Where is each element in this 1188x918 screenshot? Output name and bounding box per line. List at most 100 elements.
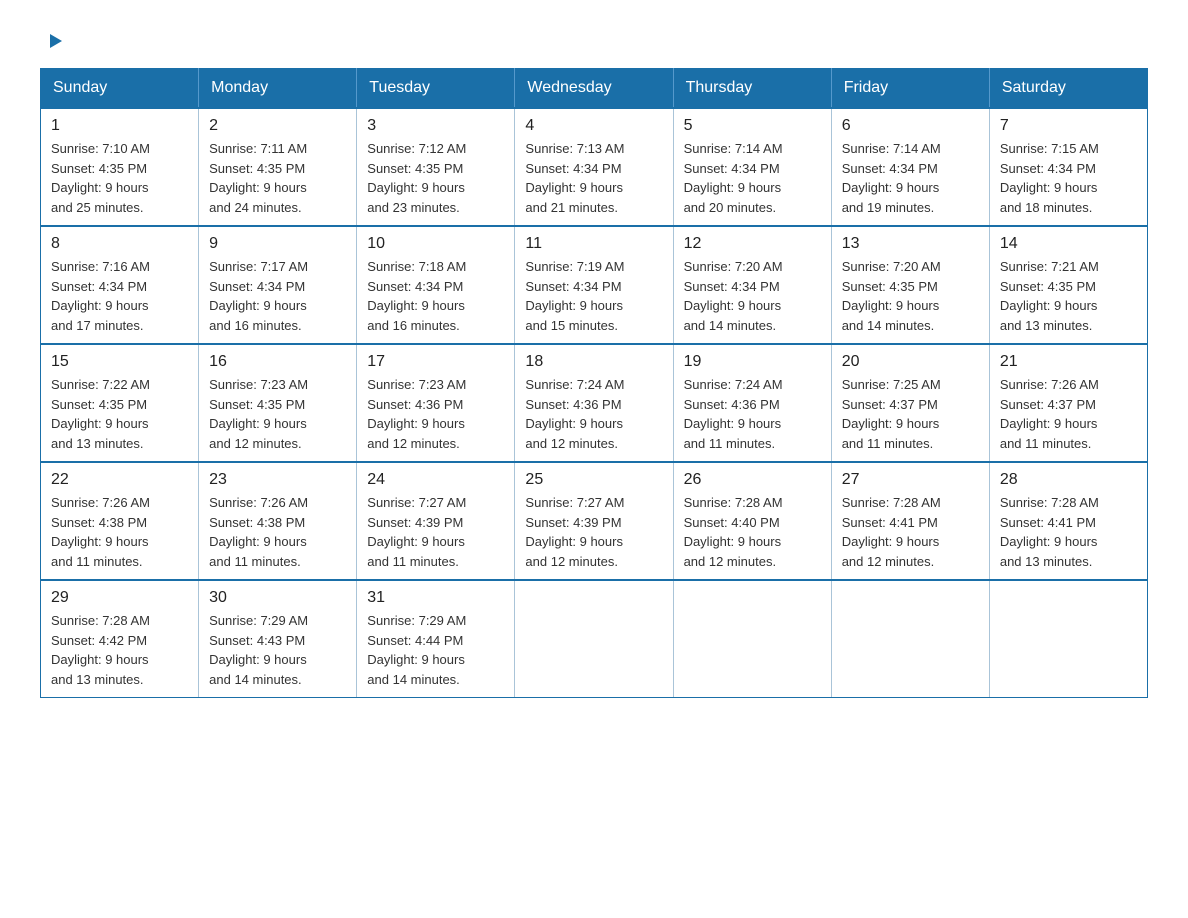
day-info: Sunrise: 7:23 AM Sunset: 4:35 PM Dayligh… (209, 375, 346, 453)
calendar-header-row: SundayMondayTuesdayWednesdayThursdayFrid… (41, 69, 1148, 109)
day-number: 22 (51, 471, 188, 489)
calendar-cell (673, 580, 831, 698)
day-info: Sunrise: 7:25 AM Sunset: 4:37 PM Dayligh… (842, 375, 979, 453)
day-number: 8 (51, 235, 188, 253)
calendar-cell: 7 Sunrise: 7:15 AM Sunset: 4:34 PM Dayli… (989, 108, 1147, 226)
calendar-cell: 11 Sunrise: 7:19 AM Sunset: 4:34 PM Dayl… (515, 226, 673, 344)
day-number: 3 (367, 117, 504, 135)
logo-arrow-icon (42, 30, 64, 52)
calendar-cell: 16 Sunrise: 7:23 AM Sunset: 4:35 PM Dayl… (199, 344, 357, 462)
day-number: 6 (842, 117, 979, 135)
day-info: Sunrise: 7:11 AM Sunset: 4:35 PM Dayligh… (209, 139, 346, 217)
calendar-week-row: 29 Sunrise: 7:28 AM Sunset: 4:42 PM Dayl… (41, 580, 1148, 698)
calendar-cell: 30 Sunrise: 7:29 AM Sunset: 4:43 PM Dayl… (199, 580, 357, 698)
day-info: Sunrise: 7:15 AM Sunset: 4:34 PM Dayligh… (1000, 139, 1137, 217)
day-info: Sunrise: 7:28 AM Sunset: 4:40 PM Dayligh… (684, 493, 821, 571)
day-info: Sunrise: 7:19 AM Sunset: 4:34 PM Dayligh… (525, 257, 662, 335)
day-number: 26 (684, 471, 821, 489)
day-info: Sunrise: 7:14 AM Sunset: 4:34 PM Dayligh… (684, 139, 821, 217)
column-header-saturday: Saturday (989, 69, 1147, 109)
day-info: Sunrise: 7:27 AM Sunset: 4:39 PM Dayligh… (525, 493, 662, 571)
day-number: 30 (209, 589, 346, 607)
calendar-cell: 31 Sunrise: 7:29 AM Sunset: 4:44 PM Dayl… (357, 580, 515, 698)
day-info: Sunrise: 7:28 AM Sunset: 4:41 PM Dayligh… (1000, 493, 1137, 571)
day-number: 21 (1000, 353, 1137, 371)
calendar-cell: 18 Sunrise: 7:24 AM Sunset: 4:36 PM Dayl… (515, 344, 673, 462)
column-header-tuesday: Tuesday (357, 69, 515, 109)
day-number: 17 (367, 353, 504, 371)
calendar-cell: 10 Sunrise: 7:18 AM Sunset: 4:34 PM Dayl… (357, 226, 515, 344)
calendar-cell: 14 Sunrise: 7:21 AM Sunset: 4:35 PM Dayl… (989, 226, 1147, 344)
calendar-week-row: 15 Sunrise: 7:22 AM Sunset: 4:35 PM Dayl… (41, 344, 1148, 462)
calendar-week-row: 8 Sunrise: 7:16 AM Sunset: 4:34 PM Dayli… (41, 226, 1148, 344)
calendar-cell (515, 580, 673, 698)
day-info: Sunrise: 7:27 AM Sunset: 4:39 PM Dayligh… (367, 493, 504, 571)
day-info: Sunrise: 7:24 AM Sunset: 4:36 PM Dayligh… (684, 375, 821, 453)
day-number: 23 (209, 471, 346, 489)
calendar-cell: 5 Sunrise: 7:14 AM Sunset: 4:34 PM Dayli… (673, 108, 831, 226)
day-info: Sunrise: 7:14 AM Sunset: 4:34 PM Dayligh… (842, 139, 979, 217)
day-number: 16 (209, 353, 346, 371)
day-number: 19 (684, 353, 821, 371)
day-info: Sunrise: 7:10 AM Sunset: 4:35 PM Dayligh… (51, 139, 188, 217)
logo (40, 30, 64, 48)
calendar-cell: 8 Sunrise: 7:16 AM Sunset: 4:34 PM Dayli… (41, 226, 199, 344)
day-info: Sunrise: 7:26 AM Sunset: 4:38 PM Dayligh… (51, 493, 188, 571)
day-number: 9 (209, 235, 346, 253)
day-number: 25 (525, 471, 662, 489)
column-header-friday: Friday (831, 69, 989, 109)
calendar-cell: 13 Sunrise: 7:20 AM Sunset: 4:35 PM Dayl… (831, 226, 989, 344)
day-number: 7 (1000, 117, 1137, 135)
calendar-cell (989, 580, 1147, 698)
calendar-cell: 23 Sunrise: 7:26 AM Sunset: 4:38 PM Dayl… (199, 462, 357, 580)
day-info: Sunrise: 7:22 AM Sunset: 4:35 PM Dayligh… (51, 375, 188, 453)
day-info: Sunrise: 7:21 AM Sunset: 4:35 PM Dayligh… (1000, 257, 1137, 335)
day-info: Sunrise: 7:28 AM Sunset: 4:42 PM Dayligh… (51, 611, 188, 689)
calendar-cell: 27 Sunrise: 7:28 AM Sunset: 4:41 PM Dayl… (831, 462, 989, 580)
day-number: 2 (209, 117, 346, 135)
column-header-wednesday: Wednesday (515, 69, 673, 109)
calendar-cell (831, 580, 989, 698)
day-info: Sunrise: 7:17 AM Sunset: 4:34 PM Dayligh… (209, 257, 346, 335)
calendar-cell: 29 Sunrise: 7:28 AM Sunset: 4:42 PM Dayl… (41, 580, 199, 698)
day-number: 12 (684, 235, 821, 253)
day-number: 29 (51, 589, 188, 607)
day-info: Sunrise: 7:28 AM Sunset: 4:41 PM Dayligh… (842, 493, 979, 571)
day-info: Sunrise: 7:29 AM Sunset: 4:43 PM Dayligh… (209, 611, 346, 689)
day-info: Sunrise: 7:12 AM Sunset: 4:35 PM Dayligh… (367, 139, 504, 217)
calendar-week-row: 1 Sunrise: 7:10 AM Sunset: 4:35 PM Dayli… (41, 108, 1148, 226)
column-header-sunday: Sunday (41, 69, 199, 109)
day-number: 15 (51, 353, 188, 371)
day-info: Sunrise: 7:18 AM Sunset: 4:34 PM Dayligh… (367, 257, 504, 335)
day-number: 14 (1000, 235, 1137, 253)
calendar-cell: 15 Sunrise: 7:22 AM Sunset: 4:35 PM Dayl… (41, 344, 199, 462)
day-info: Sunrise: 7:26 AM Sunset: 4:37 PM Dayligh… (1000, 375, 1137, 453)
day-number: 5 (684, 117, 821, 135)
day-number: 1 (51, 117, 188, 135)
day-number: 20 (842, 353, 979, 371)
day-info: Sunrise: 7:24 AM Sunset: 4:36 PM Dayligh… (525, 375, 662, 453)
calendar-cell: 26 Sunrise: 7:28 AM Sunset: 4:40 PM Dayl… (673, 462, 831, 580)
day-number: 24 (367, 471, 504, 489)
calendar-cell: 19 Sunrise: 7:24 AM Sunset: 4:36 PM Dayl… (673, 344, 831, 462)
day-info: Sunrise: 7:13 AM Sunset: 4:34 PM Dayligh… (525, 139, 662, 217)
calendar-cell: 24 Sunrise: 7:27 AM Sunset: 4:39 PM Dayl… (357, 462, 515, 580)
day-number: 28 (1000, 471, 1137, 489)
calendar-cell: 25 Sunrise: 7:27 AM Sunset: 4:39 PM Dayl… (515, 462, 673, 580)
calendar-cell: 28 Sunrise: 7:28 AM Sunset: 4:41 PM Dayl… (989, 462, 1147, 580)
calendar-cell: 1 Sunrise: 7:10 AM Sunset: 4:35 PM Dayli… (41, 108, 199, 226)
day-info: Sunrise: 7:29 AM Sunset: 4:44 PM Dayligh… (367, 611, 504, 689)
column-header-monday: Monday (199, 69, 357, 109)
calendar-cell: 21 Sunrise: 7:26 AM Sunset: 4:37 PM Dayl… (989, 344, 1147, 462)
page-header (40, 30, 1148, 48)
calendar-cell: 6 Sunrise: 7:14 AM Sunset: 4:34 PM Dayli… (831, 108, 989, 226)
day-info: Sunrise: 7:16 AM Sunset: 4:34 PM Dayligh… (51, 257, 188, 335)
day-number: 18 (525, 353, 662, 371)
day-info: Sunrise: 7:20 AM Sunset: 4:34 PM Dayligh… (684, 257, 821, 335)
day-number: 27 (842, 471, 979, 489)
day-number: 13 (842, 235, 979, 253)
calendar-cell: 22 Sunrise: 7:26 AM Sunset: 4:38 PM Dayl… (41, 462, 199, 580)
calendar-cell: 4 Sunrise: 7:13 AM Sunset: 4:34 PM Dayli… (515, 108, 673, 226)
day-info: Sunrise: 7:20 AM Sunset: 4:35 PM Dayligh… (842, 257, 979, 335)
day-number: 4 (525, 117, 662, 135)
